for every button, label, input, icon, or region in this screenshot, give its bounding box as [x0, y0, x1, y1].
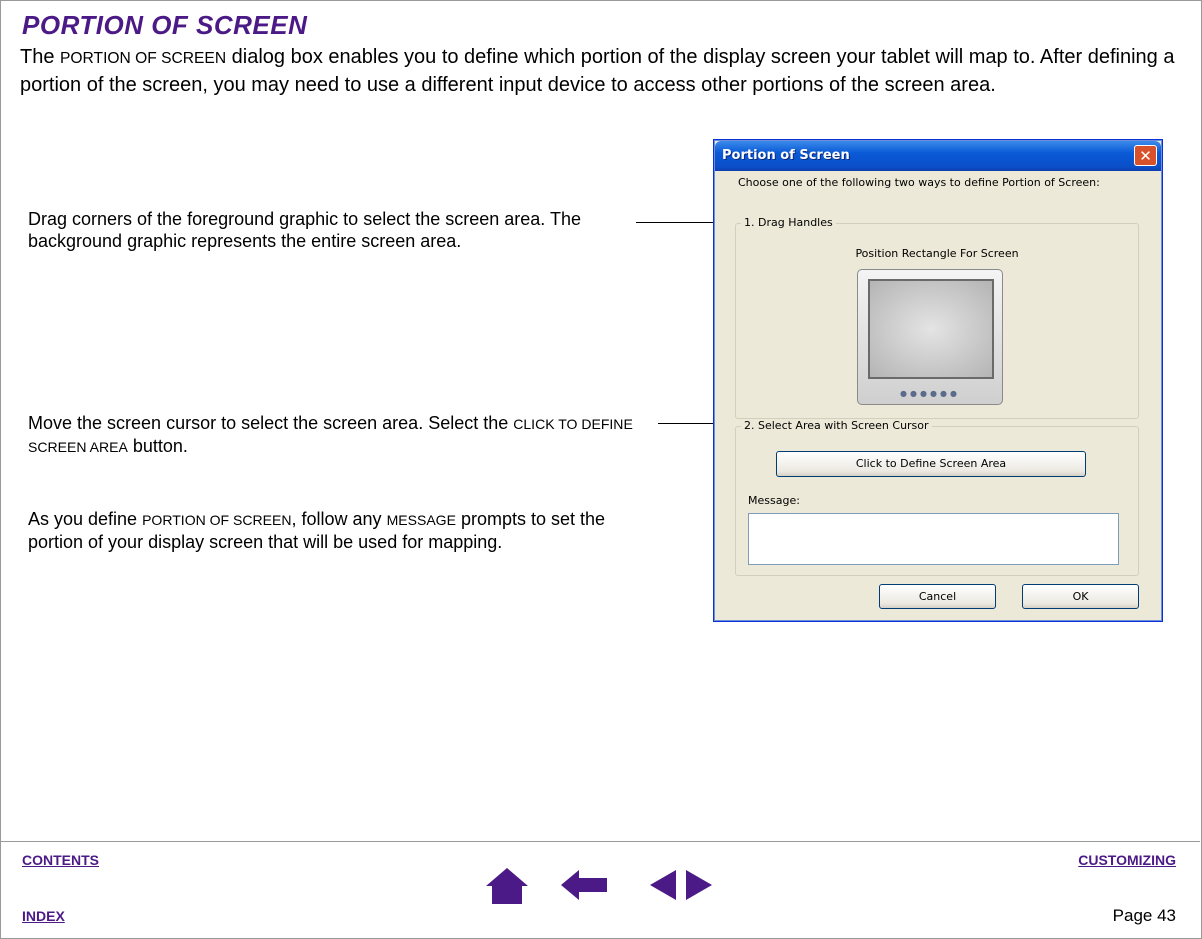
callout-drag-handles: Drag corners of the foreground graphic t…: [28, 209, 581, 251]
customizing-link[interactable]: Customizing: [1078, 852, 1176, 868]
cursor-text-2: button.: [127, 436, 188, 456]
next-page-icon[interactable]: [684, 868, 714, 902]
callout-message: As you define Portion of Screen, follow …: [28, 508, 650, 553]
dialog-title: Portion of Screen: [722, 148, 850, 163]
monitor-graphic[interactable]: ●●●●●●: [857, 269, 1003, 405]
intro-text-1: The: [20, 46, 61, 68]
portion-of-screen-dialog: Portion of Screen ✕ Choose one of the fo…: [713, 139, 1163, 622]
callout-screen-cursor: Move the screen cursor to select the scr…: [28, 412, 650, 458]
message-text-2: , follow any: [291, 509, 387, 529]
dialog-prompt: Choose one of the following two ways to …: [738, 176, 1100, 189]
message-box: [748, 513, 1119, 565]
cancel-button[interactable]: Cancel: [879, 584, 996, 609]
leader-line-cursor: [658, 423, 718, 424]
message-smallcaps-1: Portion of Screen: [142, 512, 292, 528]
drag-handles-label: 1. Drag Handles: [741, 216, 836, 229]
drag-handles-group: 1. Drag Handles Position Rectangle For S…: [735, 216, 1139, 419]
home-icon[interactable]: [484, 866, 530, 906]
leader-line-drag: [636, 222, 718, 223]
cursor-text-1: Move the screen cursor to select the scr…: [28, 413, 514, 433]
index-link[interactable]: Index: [22, 908, 65, 924]
screen-cursor-group: 2. Select Area with Screen Cursor Click …: [735, 419, 1139, 576]
screen-area-rectangle[interactable]: [868, 279, 994, 379]
previous-page-icon[interactable]: [648, 868, 678, 902]
index-link-label: Index: [22, 908, 65, 924]
message-label: Message:: [748, 494, 800, 507]
close-icon[interactable]: ✕: [1134, 145, 1157, 166]
message-text-1: As you define: [28, 509, 143, 529]
monitor-buttons-icon: ●●●●●●: [900, 389, 960, 398]
contents-link-label: Contents: [22, 852, 99, 868]
page-title: PORTION OF SCREEN: [22, 10, 308, 40]
footer-divider: [1, 841, 1200, 842]
intro-smallcaps-1: Portion of Screen: [60, 50, 227, 67]
intro-paragraph: The Portion of Screen dialog box enables…: [20, 44, 1190, 98]
screen-cursor-label: 2. Select Area with Screen Cursor: [741, 419, 932, 432]
ok-button[interactable]: OK: [1022, 584, 1139, 609]
back-icon[interactable]: [559, 868, 609, 902]
customizing-link-label: Customizing: [1078, 852, 1176, 868]
position-rectangle-label: Position Rectangle For Screen: [855, 247, 1019, 260]
click-to-define-screen-area-button[interactable]: Click to Define Screen Area: [776, 451, 1086, 477]
message-smallcaps-2: Message: [386, 512, 456, 528]
dialog-titlebar[interactable]: Portion of Screen ✕: [715, 141, 1161, 171]
contents-link[interactable]: Contents: [22, 852, 99, 868]
page-number: Page 43: [1112, 906, 1176, 925]
